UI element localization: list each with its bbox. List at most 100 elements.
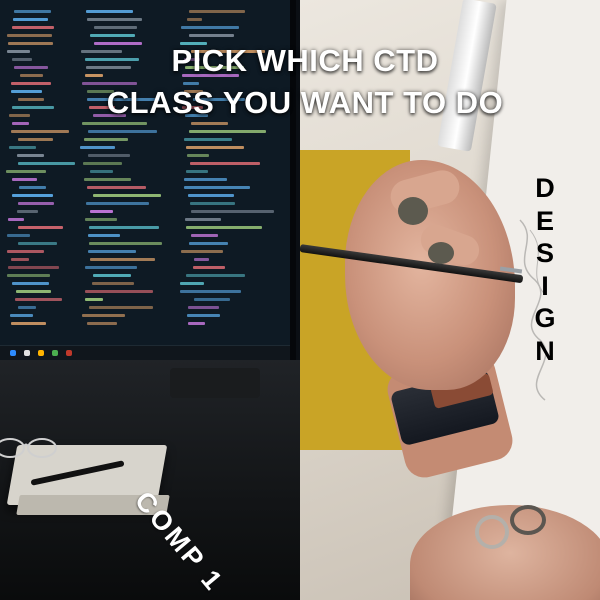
code-line: [90, 258, 155, 261]
code-line: [187, 154, 209, 157]
code-line: [7, 250, 44, 253]
code-line: [90, 34, 135, 37]
code-line: [11, 322, 46, 325]
code-line: [93, 274, 131, 277]
code-line: [189, 130, 266, 133]
code-line: [90, 210, 113, 213]
code-line: [186, 146, 244, 149]
code-line: [191, 234, 218, 237]
design-letter: E: [535, 205, 554, 236]
design-option-label[interactable]: D E S I G N: [528, 172, 562, 367]
code-line: [16, 290, 51, 293]
code-line: [17, 154, 44, 157]
code-line: [94, 26, 137, 29]
monitor-stand: [170, 368, 260, 398]
fingernail: [398, 197, 428, 225]
code-line: [85, 218, 117, 221]
code-line: [84, 178, 131, 181]
code-line: [15, 298, 62, 301]
code-line: [8, 266, 59, 269]
code-line: [7, 274, 50, 277]
code-line: [85, 290, 153, 293]
code-line: [11, 130, 69, 133]
code-line: [92, 282, 134, 285]
code-line: [17, 210, 38, 213]
design-letter: G: [534, 303, 556, 333]
code-line: [90, 170, 113, 173]
design-letter: I: [541, 270, 549, 301]
design-letter: S: [535, 238, 554, 268]
code-line: [184, 186, 250, 189]
second-hand: [410, 505, 600, 600]
code-line: [9, 146, 36, 149]
code-line: [87, 18, 142, 21]
code-line: [6, 170, 46, 173]
title-line-2: CLASS YOU WANT TO DO: [106, 85, 504, 120]
code-line: [186, 274, 245, 277]
code-line: [189, 10, 245, 13]
code-line: [181, 250, 223, 253]
code-line: [188, 306, 219, 309]
code-line: [14, 10, 51, 13]
page-title: PICK WHICH CTD CLASS YOU WANT TO DO: [0, 40, 600, 124]
code-line: [190, 202, 235, 205]
code-line: [93, 194, 161, 197]
code-line: [88, 130, 157, 133]
poster: PICK WHICH CTD CLASS YOU WANT TO DO D E …: [0, 0, 600, 600]
code-line: [89, 242, 162, 245]
ring: [475, 515, 509, 549]
code-line: [85, 298, 103, 301]
code-line: [18, 306, 36, 309]
design-letter: N: [535, 335, 555, 366]
code-line: [194, 298, 230, 301]
code-line: [84, 138, 128, 141]
code-line: [87, 186, 146, 189]
fingernail: [428, 242, 454, 264]
code-line: [19, 186, 46, 189]
code-line: [82, 314, 125, 317]
code-line: [86, 10, 133, 13]
code-line: [18, 226, 63, 229]
code-line: [187, 18, 202, 21]
code-line: [88, 154, 130, 157]
code-line: [186, 170, 208, 173]
code-line: [180, 282, 204, 285]
code-line: [80, 146, 115, 149]
code-line: [87, 322, 117, 325]
code-line: [189, 34, 234, 37]
code-line: [13, 18, 48, 21]
code-line: [12, 178, 37, 181]
code-line: [187, 314, 220, 317]
code-line: [12, 194, 53, 197]
code-line: [86, 202, 149, 205]
code-line: [10, 314, 33, 317]
code-line: [12, 282, 49, 285]
code-line: [191, 210, 274, 213]
design-letter: D: [535, 173, 555, 203]
code-line: [181, 26, 239, 29]
code-line: [18, 138, 53, 141]
code-line: [18, 202, 54, 205]
code-line: [193, 266, 225, 269]
code-line: [194, 258, 209, 261]
code-line: [189, 242, 228, 245]
code-line: [18, 162, 75, 165]
code-line: [186, 226, 262, 229]
ring: [510, 505, 546, 535]
code-line: [88, 250, 136, 253]
code-line: [188, 322, 205, 325]
code-line: [85, 266, 137, 269]
code-line: [83, 162, 122, 165]
code-line: [88, 234, 120, 237]
glasses-icon: [0, 438, 57, 458]
code-line: [190, 162, 260, 165]
code-line: [89, 306, 153, 309]
code-line: [18, 242, 57, 245]
code-line: [184, 178, 227, 181]
code-line: [89, 226, 159, 229]
title-line-1: PICK WHICH CTD: [171, 43, 439, 78]
code-line: [188, 194, 234, 197]
code-line: [8, 218, 24, 221]
code-line: [7, 34, 52, 37]
code-line: [184, 138, 232, 141]
